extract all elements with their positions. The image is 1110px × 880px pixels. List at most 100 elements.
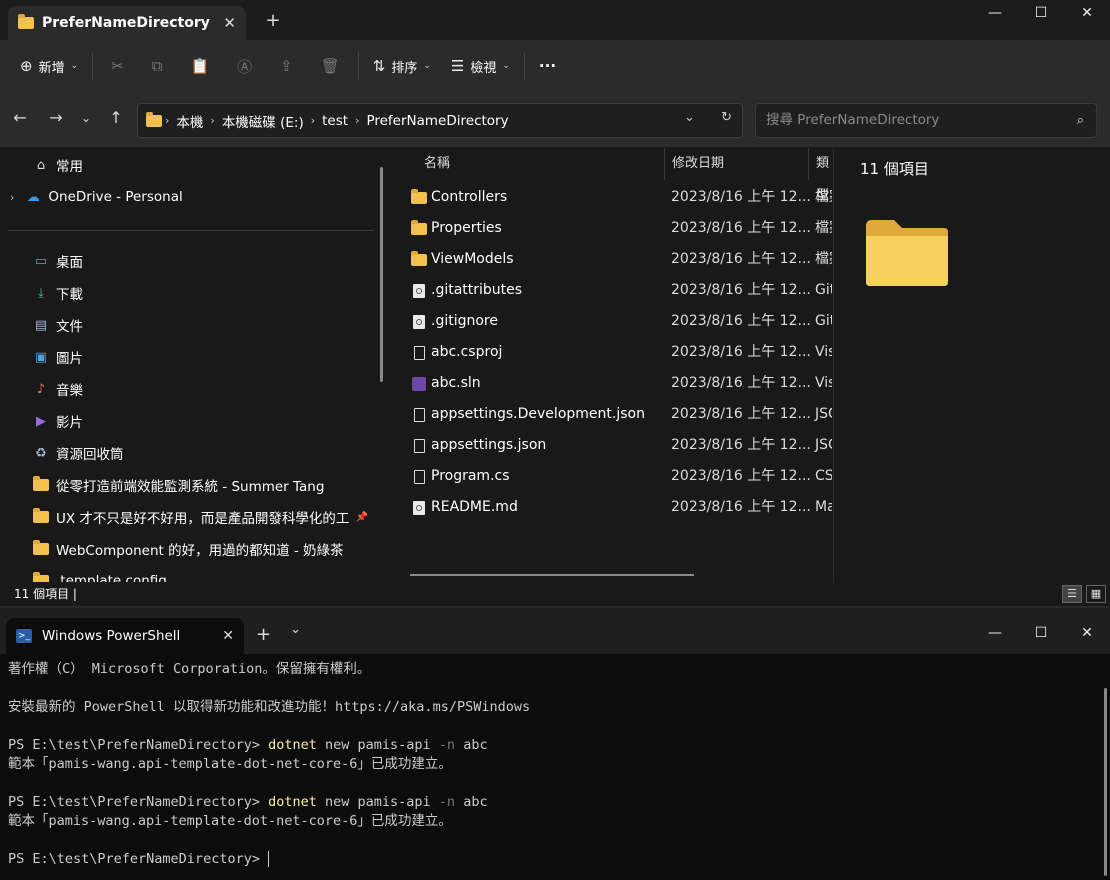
- command-args: new pamis-api: [316, 794, 439, 810]
- view-list-icon: ☰: [450, 57, 465, 75]
- nav-item-folder[interactable]: WebComponent 的好，用過的都知道 - 奶綠茶: [32, 534, 384, 564]
- tiles-view-icon[interactable]: ▦: [1086, 585, 1106, 603]
- breadcrumb-item[interactable]: 本機磁碟 (E:): [222, 111, 304, 131]
- folder-icon: [32, 476, 50, 493]
- folder-icon: [32, 540, 50, 557]
- refresh-icon[interactable]: ↻: [721, 110, 732, 125]
- expand-chevron-icon[interactable]: ›: [10, 191, 14, 204]
- close-window-button[interactable]: ✕: [1064, 0, 1110, 28]
- nav-item-pictures[interactable]: ▣ 圖片 📌: [32, 342, 384, 372]
- nav-item-folder[interactable]: 從零打造前端效能監測系統 - Summer Tang 📌: [32, 470, 384, 500]
- clipboard-icon: 📋: [190, 57, 210, 75]
- file-date: 2023/8/16 上午 12...: [671, 282, 811, 298]
- cut-button[interactable]: ✂: [97, 48, 138, 84]
- file-row[interactable]: abc.csproj 2023/8/16 上午 12... Vis: [408, 337, 832, 368]
- nav-item-onedrive[interactable]: › ☁ OneDrive - Personal: [10, 182, 384, 212]
- nav-item-home[interactable]: ⌂ 常用: [32, 150, 384, 180]
- nav-item-label: 音樂: [56, 383, 83, 399]
- nav-item-music[interactable]: ♪ 音樂 📌: [32, 374, 384, 404]
- share-button[interactable]: ⇪: [266, 48, 307, 84]
- forward-arrow-icon[interactable]: →: [44, 106, 68, 130]
- pin-icon[interactable]: 📌: [356, 512, 368, 523]
- chevron-down-icon: ⌄: [70, 61, 79, 71]
- file-date: 2023/8/16 上午 12...: [671, 499, 811, 515]
- address-dropdown-icon[interactable]: ⌄: [684, 110, 695, 125]
- search-input[interactable]: 搜尋 PreferNameDirectory ⌕: [755, 103, 1097, 138]
- sort-button[interactable]: ⇅ 排序 ⌄: [363, 48, 441, 84]
- file-name: abc.csproj: [431, 344, 503, 360]
- breadcrumb-chevron-icon[interactable]: ›: [355, 114, 359, 127]
- file-row[interactable]: appsettings.json 2023/8/16 上午 12... JSC: [408, 430, 832, 461]
- nav-item-documents[interactable]: ▤ 文件 📌: [32, 310, 384, 340]
- breadcrumb-chevron-icon[interactable]: ›: [210, 114, 214, 127]
- breadcrumb-item[interactable]: test: [322, 113, 348, 129]
- file-date: 2023/8/16 上午 12...: [671, 220, 811, 236]
- nav-item-folder[interactable]: UX 才不只是好不好用，而是產品開發科學化的工 📌: [32, 502, 376, 532]
- delete-button[interactable]: 🗑: [307, 48, 354, 84]
- column-header-type[interactable]: 類型: [816, 148, 832, 203]
- terminal-scrollbar[interactable]: [1104, 688, 1107, 876]
- breadcrumb-chevron-icon[interactable]: ›: [311, 114, 315, 127]
- breadcrumb-item[interactable]: 本機: [176, 111, 203, 131]
- nav-item-recycle-bin[interactable]: ♻ 資源回收筒 📌: [32, 438, 384, 468]
- column-header-date[interactable]: 修改日期: [672, 148, 724, 180]
- text-cursor: [268, 851, 270, 867]
- new-tab-button[interactable]: +: [262, 10, 284, 32]
- folder-icon: [410, 182, 428, 213]
- back-arrow-icon[interactable]: ←: [8, 106, 32, 130]
- maximize-button[interactable]: ☐: [1018, 620, 1064, 648]
- minimize-button[interactable]: —: [972, 0, 1018, 28]
- close-window-button[interactable]: ✕: [1064, 620, 1110, 648]
- address-bar[interactable]: › 本機 › 本機磁碟 (E:) › test › PreferNameDire…: [137, 103, 743, 138]
- terminal-line: 範本「pamis-wang.api-template-dot-net-core-…: [8, 813, 452, 829]
- file-type: Ma: [815, 499, 832, 515]
- new-button[interactable]: ⊕ 新增 ⌄: [10, 48, 88, 84]
- minimize-button[interactable]: —: [972, 620, 1018, 648]
- rename-button[interactable]: Ⓐ: [223, 48, 266, 84]
- close-tab-icon[interactable]: ✕: [223, 14, 236, 32]
- profile-dropdown-icon[interactable]: ⌄: [290, 622, 301, 637]
- terminal-prompt-line[interactable]: PS E:\test\PreferNameDirectory>: [8, 850, 1098, 869]
- paste-button[interactable]: 📋: [176, 48, 223, 84]
- nav-item-label: OneDrive - Personal: [48, 189, 183, 205]
- column-header-name[interactable]: 名稱: [424, 148, 450, 180]
- terminal-tab[interactable]: >_ Windows PowerShell ✕: [6, 618, 244, 654]
- file-explorer-window: PreferNameDirectory ✕ + — ☐ ✕ ⊕ 新增 ⌄ ✂ ⧉…: [0, 0, 1110, 606]
- file-name: appsettings.Development.json: [431, 406, 645, 422]
- file-list-horizontal-scrollbar[interactable]: [410, 574, 694, 576]
- folder-icon: [18, 14, 34, 29]
- close-tab-icon[interactable]: ✕: [222, 628, 234, 644]
- file-row[interactable]: Properties 2023/8/16 上午 12... 檔案: [408, 213, 832, 244]
- more-options-button[interactable]: ···: [529, 48, 566, 84]
- nav-item-downloads[interactable]: ⤓ 下載 📌: [32, 278, 384, 308]
- breadcrumb-item[interactable]: PreferNameDirectory: [366, 113, 508, 129]
- file-row[interactable]: ViewModels 2023/8/16 上午 12... 檔案: [408, 244, 832, 275]
- new-tab-button[interactable]: +: [256, 624, 271, 645]
- file-row[interactable]: .gitattributes 2023/8/16 上午 12... Git: [408, 275, 832, 306]
- file-row[interactable]: Controllers 2023/8/16 上午 12... 檔案: [408, 182, 832, 213]
- nav-scrollbar[interactable]: [380, 167, 383, 382]
- details-view-icon[interactable]: ☰: [1062, 585, 1082, 603]
- nav-item-folder[interactable]: .template.config: [32, 566, 384, 582]
- file-type: 檔案: [815, 189, 832, 205]
- nav-item-videos[interactable]: ▶ 影片 📌: [32, 406, 384, 436]
- view-button[interactable]: ☰ 檢視 ⌄: [441, 48, 520, 84]
- file-row[interactable]: appsettings.Development.json 2023/8/16 上…: [408, 399, 832, 430]
- recent-locations-chevron-icon[interactable]: ⌄: [74, 106, 98, 130]
- up-arrow-icon[interactable]: ↑: [104, 106, 128, 130]
- nav-item-label: 資源回收筒: [56, 447, 124, 463]
- file-row[interactable]: Program.cs 2023/8/16 上午 12... CS: [408, 461, 832, 492]
- copy-button[interactable]: ⧉: [138, 48, 177, 84]
- column-divider[interactable]: [664, 148, 665, 180]
- nav-item-desktop[interactable]: ▭ 桌面 📌: [32, 246, 384, 276]
- terminal-output[interactable]: 著作權（C） Microsoft Corporation。保留擁有權利。 安裝最…: [8, 660, 1098, 869]
- file-type: Vis: [815, 375, 832, 391]
- powershell-icon: >_: [16, 629, 32, 643]
- column-divider[interactable]: [808, 148, 809, 180]
- file-row[interactable]: README.md 2023/8/16 上午 12... Ma: [408, 492, 832, 523]
- powershell-window: >_ Windows PowerShell ✕ + ⌄ — ☐ ✕ 著作權（C）…: [0, 606, 1110, 880]
- maximize-button[interactable]: ☐: [1018, 0, 1064, 28]
- file-row[interactable]: abc.sln 2023/8/16 上午 12... Vis: [408, 368, 832, 399]
- explorer-tab[interactable]: PreferNameDirectory ✕: [8, 6, 246, 40]
- file-row[interactable]: .gitignore 2023/8/16 上午 12... Git: [408, 306, 832, 337]
